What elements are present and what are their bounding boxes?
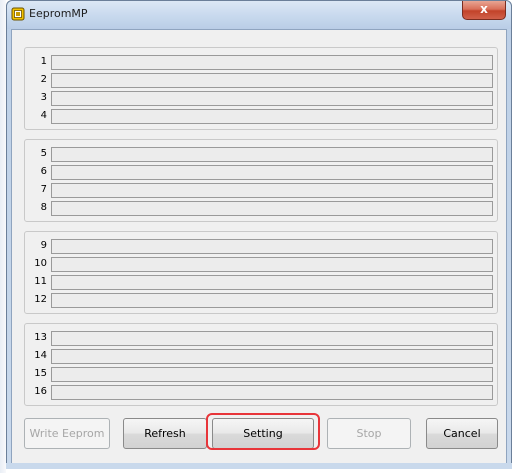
slot-status-field: [51, 331, 493, 346]
slot-number-label: 6: [40, 166, 47, 177]
slot-status-field: [51, 367, 493, 382]
slot-number-label: 7: [40, 184, 47, 195]
slot-status-field: [51, 257, 493, 272]
close-button[interactable]: x: [462, 1, 506, 20]
slot-row: 13: [25, 331, 499, 349]
slot-row: 15: [25, 367, 499, 385]
slot-number-label: 11: [34, 276, 47, 287]
slot-status-field: [51, 91, 493, 106]
slot-number-label: 14: [34, 350, 47, 361]
close-icon: x: [480, 2, 488, 16]
slot-row: 10: [25, 257, 499, 275]
slot-status-field: [51, 275, 493, 290]
slot-number-label: 1: [40, 56, 47, 67]
slot-group-4: 13 14 15 16: [24, 323, 498, 406]
slot-row: 6: [25, 165, 499, 183]
slot-row: 12: [25, 293, 499, 311]
slot-row: 11: [25, 275, 499, 293]
slot-status-field: [51, 73, 493, 88]
write-eeprom-button[interactable]: Write Eeprom: [24, 418, 110, 449]
slot-status-field: [51, 55, 493, 70]
slot-row: 1: [25, 55, 499, 73]
slot-row: 7: [25, 183, 499, 201]
cancel-button[interactable]: Cancel: [426, 418, 498, 449]
slot-row: 2: [25, 73, 499, 91]
slot-number-label: 5: [40, 148, 47, 159]
slot-number-label: 16: [34, 386, 47, 397]
client-area: 1 2 3 4 5 6 7 8 9 10 11 12 13 14 15 16 W…: [11, 29, 507, 464]
title-bar[interactable]: EepromMP x: [7, 1, 511, 29]
slot-status-field: [51, 147, 493, 162]
slot-row: 4: [25, 109, 499, 127]
slot-status-field: [51, 109, 493, 124]
slot-row: 16: [25, 385, 499, 403]
slot-row: 5: [25, 147, 499, 165]
slot-number-label: 2: [40, 74, 47, 85]
slot-number-label: 10: [34, 258, 47, 269]
refresh-button[interactable]: Refresh: [123, 418, 207, 449]
slot-number-label: 15: [34, 368, 47, 379]
slot-row: 8: [25, 201, 499, 219]
slot-number-label: 12: [34, 294, 47, 305]
slot-row: 3: [25, 91, 499, 109]
slot-number-label: 13: [34, 332, 47, 343]
slot-number-label: 4: [40, 110, 47, 121]
slot-status-field: [51, 293, 493, 308]
slot-number-label: 3: [40, 92, 47, 103]
slot-status-field: [51, 165, 493, 180]
slot-status-field: [51, 385, 493, 400]
slot-status-field: [51, 239, 493, 254]
slot-status-field: [51, 201, 493, 216]
eeprommp-window: EepromMP x 1 2 3 4 5 6 7 8 9 10 11 12 13…: [6, 0, 512, 469]
slot-status-field: [51, 183, 493, 198]
slot-number-label: 9: [40, 240, 47, 251]
stop-button[interactable]: Stop: [327, 418, 411, 449]
slot-group-2: 5 6 7 8: [24, 139, 498, 222]
app-icon: [11, 7, 25, 21]
slot-group-3: 9 10 11 12: [24, 231, 498, 314]
slot-number-label: 8: [40, 202, 47, 213]
window-bottom-border: [6, 463, 512, 469]
window-title: EepromMP: [29, 7, 88, 20]
slot-row: 14: [25, 349, 499, 367]
slot-group-1: 1 2 3 4: [24, 47, 498, 130]
slot-status-field: [51, 349, 493, 364]
setting-highlight-box: [206, 413, 320, 450]
slot-row: 9: [25, 239, 499, 257]
